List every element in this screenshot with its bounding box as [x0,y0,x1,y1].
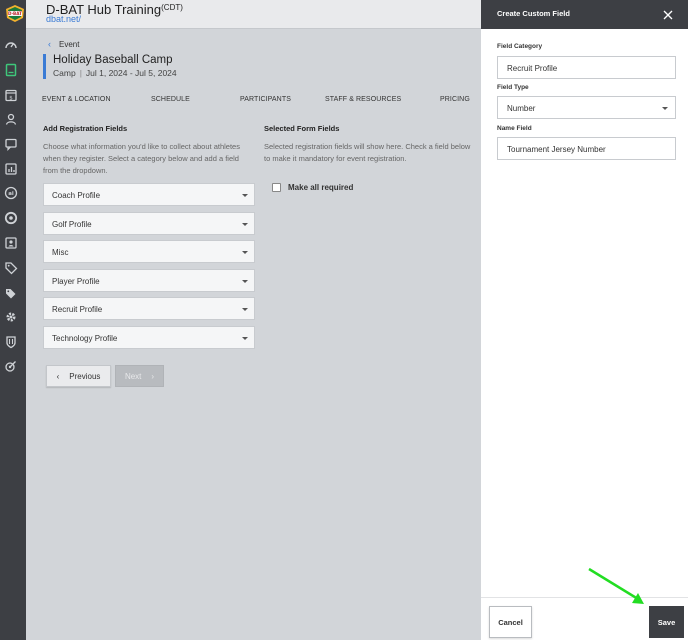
tab-bar: EVENT & LOCATION SCHEDULE PARTICIPANTS S… [42,96,472,108]
chat-icon[interactable] [4,137,18,151]
create-custom-field-panel: Create Custom Field Field Category Recru… [481,0,688,640]
calendar-dollar-icon[interactable]: $ [4,88,18,102]
chevron-right-icon: › [151,371,155,381]
back-link-label: Event [59,39,80,49]
selected-fields-title: Selected Form Fields [264,124,340,133]
event-type: Camp [53,68,76,78]
dropdown-label: Misc [52,248,69,257]
name-field-value: Tournament Jersey Number [507,145,606,154]
event-title: Holiday Baseball Camp [53,54,173,66]
chevron-left-icon: ‹ [56,371,60,381]
tag-icon[interactable] [4,261,18,275]
category-dropdown-misc[interactable]: Misc [43,240,255,263]
headset-icon[interactable] [4,211,18,225]
tab-pricing[interactable]: PRICING [440,96,470,103]
dropdown-label: Recruit Profile [52,305,103,314]
event-subtitle: Camp | Jul 1, 2024 - Jul 5, 2024 [53,68,177,78]
panel-header: Create Custom Field [481,0,688,29]
users-icon[interactable] [4,112,18,126]
tab-schedule[interactable]: SCHEDULE [151,96,190,103]
svg-text:D·BAT: D·BAT [8,11,22,16]
dropdown-label: Coach Profile [52,191,101,200]
add-fields-title: Add Registration Fields [43,124,128,133]
tab-participants[interactable]: PARTICIPANTS [240,96,291,103]
timezone-label: (CDT) [161,3,183,12]
caret-down-icon [242,308,248,311]
name-field-label: Name Field [497,125,532,132]
make-all-required-checkbox[interactable] [272,183,281,192]
ai-icon[interactable]: ai [4,186,18,200]
back-link[interactable]: ‹ Event [48,39,79,49]
tab-staff-resources[interactable]: STAFF & RESOURCES [325,96,401,103]
category-dropdown-technology[interactable]: Technology Profile [43,326,255,349]
cancel-button[interactable]: Cancel [489,606,532,638]
panel-title: Create Custom Field [497,9,570,18]
gear-icon[interactable] [4,310,18,324]
caret-down-icon [242,337,248,340]
category-dropdown-coach[interactable]: Coach Profile [43,183,255,206]
caret-down-icon [242,223,248,226]
dropdown-label: Player Profile [52,277,100,286]
id-card-icon[interactable] [4,236,18,250]
name-field-input[interactable]: Tournament Jersey Number [497,137,676,160]
field-type-select[interactable]: Number [497,96,676,119]
svg-text:ai: ai [8,191,14,197]
app-link[interactable]: dbat.net/ [46,14,81,24]
dashboard-icon[interactable] [4,38,18,52]
category-dropdown-recruit[interactable]: Recruit Profile [43,297,255,320]
dropdown-label: Technology Profile [52,334,118,343]
chart-icon[interactable] [4,162,18,176]
field-category-value: Recruit Profile [507,64,558,73]
stats-icon[interactable] [4,359,18,373]
svg-text:$: $ [9,95,13,101]
chevron-left-icon: ‹ [48,39,51,49]
selected-fields-section: Selected Form Fields Selected registrati… [264,124,474,165]
selected-fields-description: Selected registration fields will show h… [264,142,471,163]
category-dropdown-player[interactable]: Player Profile [43,269,255,292]
shield-icon[interactable] [4,335,18,349]
previous-label: Previous [69,371,101,381]
annotation-arrow-icon [588,567,644,604]
make-all-required[interactable]: Make all required [272,183,353,192]
event-dates: Jul 1, 2024 - Jul 5, 2024 [85,68,177,78]
tags-icon[interactable] [4,286,18,300]
caret-down-icon [242,251,248,254]
save-button[interactable]: Save [649,606,684,638]
event-title-block: Holiday Baseball Camp Camp | Jul 1, 2024 -… [43,54,177,79]
dbat-logo-icon[interactable]: D·BAT [4,3,26,23]
caret-down-icon [662,107,668,110]
next-label: Next [124,371,142,381]
field-category-label: Field Category [497,43,543,50]
book-icon[interactable] [4,63,18,77]
panel-footer: Cancel Save [481,597,688,640]
sidebar-rail: D·BAT $ ai [0,0,26,640]
separator: | [79,68,82,78]
previous-button[interactable]: ‹ Previous [46,365,111,387]
field-category-input[interactable]: Recruit Profile [497,56,676,79]
close-icon[interactable] [662,8,674,20]
add-fields-description: Choose what information you'd like to co… [43,142,240,175]
dropdown-label: Golf Profile [52,220,92,229]
next-button[interactable]: Next › [115,365,164,387]
category-dropdown-golf[interactable]: Golf Profile [43,212,255,235]
main-content: ‹ Event Holiday Baseball Camp Camp | Jul 1… [26,29,481,640]
tab-event-location[interactable]: EVENT & LOCATION [42,96,111,103]
add-fields-section: Add Registration Fields Choose what info… [43,124,255,177]
caret-down-icon [242,194,248,197]
field-type-value: Number [507,104,536,113]
make-all-required-label: Make all required [288,183,354,192]
app-header: D-BAT Hub Training(CDT) dbat.net/ [26,0,481,29]
field-type-label: Field Type [497,84,529,91]
caret-down-icon [242,280,248,283]
